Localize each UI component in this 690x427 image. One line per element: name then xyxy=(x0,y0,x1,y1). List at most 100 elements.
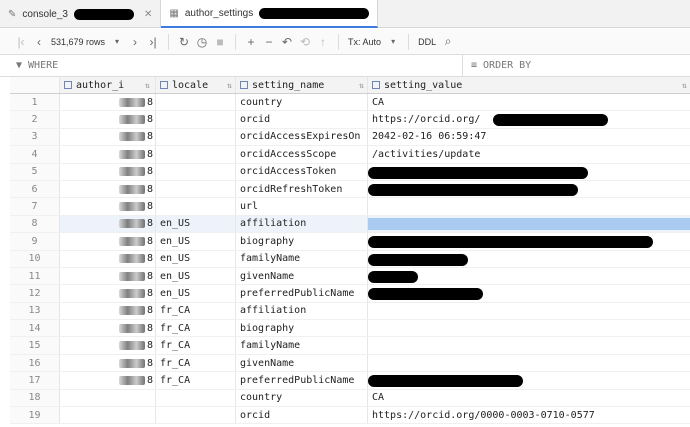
prev-page-icon[interactable]: ‹ xyxy=(30,32,48,52)
cell-author-id[interactable]: 8 xyxy=(60,302,156,320)
cell-setting-value[interactable] xyxy=(368,268,690,284)
table-row[interactable]: 19 orcid https://orcid.org/0000-0003-0710-… xyxy=(10,407,690,425)
next-page-icon[interactable]: › xyxy=(126,32,144,52)
tab-author-settings[interactable]: ▦ author_settings xyxy=(161,0,379,28)
cell-setting-value[interactable]: 2042-02-16 06:59:47 xyxy=(368,129,690,145)
cell-author-id[interactable]: 8 xyxy=(60,250,156,267)
revert-all-icon[interactable]: ⟲ xyxy=(296,32,314,52)
where-filter-input[interactable]: ▼ WHERE xyxy=(0,54,463,77)
cell-setting-value[interactable]: 27 xyxy=(368,181,690,197)
cell-author-id[interactable]: 8 xyxy=(60,163,156,180)
cell-setting-name[interactable]: biography xyxy=(236,320,368,337)
cell-setting-name[interactable]: biography xyxy=(236,233,368,250)
sort-icon[interactable]: ⇅ xyxy=(145,81,150,90)
sort-icon[interactable]: ⇅ xyxy=(227,81,232,90)
table-row[interactable]: 18 country CA xyxy=(10,389,690,408)
revert-icon[interactable]: ↶ xyxy=(278,32,296,52)
cell-setting-name[interactable]: preferredPublicName xyxy=(236,372,368,389)
cell-author-id[interactable]: 8 xyxy=(60,198,156,215)
table-row[interactable]: 14 8 fr_CA biography xyxy=(10,320,690,338)
cell-setting-name[interactable]: url xyxy=(236,198,368,215)
cell-setting-name[interactable]: preferredPublicName xyxy=(236,285,368,302)
cell-setting-value[interactable] xyxy=(368,320,690,336)
cell-setting-value[interactable]: https://orcid.org/ xyxy=(368,111,690,127)
delete-row-icon[interactable]: − xyxy=(260,32,278,52)
cell-locale[interactable] xyxy=(156,389,236,407)
cell-setting-name[interactable]: orcidAccessToken xyxy=(236,163,368,180)
cell-locale[interactable] xyxy=(156,94,236,111)
cell-author-id[interactable]: 8 xyxy=(60,111,156,128)
cell-author-id[interactable]: 8 xyxy=(60,146,156,163)
table-row[interactable]: 10 8 en_US familyName xyxy=(10,250,690,268)
cell-setting-value[interactable] xyxy=(368,233,690,249)
cell-setting-value[interactable] xyxy=(368,285,690,301)
cell-locale[interactable]: en_US xyxy=(156,233,236,250)
cell-author-id[interactable] xyxy=(60,407,156,424)
add-row-icon[interactable]: + xyxy=(242,32,260,52)
cell-author-id[interactable]: 8 xyxy=(60,215,156,233)
cell-setting-name[interactable]: orcid xyxy=(236,111,368,128)
cell-setting-value[interactable] xyxy=(368,251,690,267)
search-icon[interactable]: ⌕ xyxy=(439,32,457,52)
table-row[interactable]: 6 8 orcidRefreshToken 27 xyxy=(10,180,690,199)
cell-setting-value[interactable]: https://orcid.org/0000-0003-0710-0577 xyxy=(368,407,690,423)
column-header-author[interactable]: author_i ⇅ xyxy=(60,77,156,93)
table-row[interactable]: 11 8 en_US givenName xyxy=(10,267,690,286)
close-icon[interactable]: ✕ xyxy=(144,9,152,20)
ddl-button[interactable]: DDL xyxy=(415,37,439,47)
cell-locale[interactable] xyxy=(156,163,236,180)
cell-setting-name[interactable]: givenName xyxy=(236,354,368,372)
table-row[interactable]: 7 8 url xyxy=(10,198,690,216)
cell-setting-value[interactable] xyxy=(368,303,690,319)
row-count[interactable]: 531,679 rows xyxy=(48,37,108,47)
cell-setting-name[interactable]: familyName xyxy=(236,337,368,354)
cell-setting-name[interactable]: orcid xyxy=(236,407,368,424)
cell-locale[interactable]: en_US xyxy=(156,285,236,302)
cell-setting-value[interactable] xyxy=(368,337,690,353)
sort-icon[interactable]: ⇅ xyxy=(682,81,687,90)
cell-setting-name[interactable]: familyName xyxy=(236,250,368,267)
cell-locale[interactable] xyxy=(156,198,236,215)
column-header-locale[interactable]: locale ⇅ xyxy=(156,77,236,93)
cell-author-id[interactable]: 8 xyxy=(60,337,156,354)
cell-author-id[interactable]: 8 xyxy=(60,128,156,146)
table-row[interactable]: 8 8 en_US affiliation xyxy=(10,215,690,234)
cell-author-id[interactable]: 8 xyxy=(60,354,156,372)
cell-author-id[interactable]: 8 xyxy=(60,233,156,250)
cell-locale[interactable]: fr_CA xyxy=(156,337,236,354)
table-row[interactable]: 16 8 fr_CA givenName xyxy=(10,354,690,373)
cell-setting-value[interactable] xyxy=(368,216,690,232)
cell-setting-value[interactable] xyxy=(368,198,690,214)
cell-author-id[interactable]: 8 xyxy=(60,180,156,198)
cell-locale[interactable]: en_US xyxy=(156,250,236,267)
cell-setting-name[interactable]: orcidAccessScope xyxy=(236,146,368,163)
cell-setting-name[interactable]: givenName xyxy=(236,267,368,285)
cell-locale[interactable]: fr_CA xyxy=(156,372,236,389)
cell-locale[interactable] xyxy=(156,407,236,424)
cell-setting-value[interactable]: CA xyxy=(368,94,690,110)
cell-setting-name[interactable]: country xyxy=(236,389,368,407)
cell-setting-value[interactable]: a 6 xyxy=(368,164,690,180)
cell-setting-value[interactable] xyxy=(368,372,690,388)
refresh-icon[interactable]: ↻ xyxy=(175,32,193,52)
cell-locale[interactable]: en_US xyxy=(156,215,236,233)
first-page-icon[interactable]: |‹ xyxy=(12,32,30,52)
last-page-icon[interactable]: ›| xyxy=(144,32,162,52)
column-header-setting-value[interactable]: setting_value ⇅ xyxy=(368,77,690,93)
table-row[interactable]: 17 8 fr_CA preferredPublicName xyxy=(10,372,690,390)
cell-locale[interactable] xyxy=(156,180,236,198)
table-row[interactable]: 2 8 orcid https://orcid.org/ xyxy=(10,111,690,129)
chevron-down-icon[interactable]: ▾ xyxy=(108,32,126,52)
table-row[interactable]: 3 8 orcidAccessExpiresOn 2042-02-16 06:59:4… xyxy=(10,128,690,147)
stop-icon[interactable]: ■ xyxy=(211,32,229,52)
cell-setting-value[interactable]: /activities/update xyxy=(368,146,690,162)
table-row[interactable]: 5 8 orcidAccessToken a 6 xyxy=(10,163,690,181)
sort-icon[interactable]: ⇅ xyxy=(359,81,364,90)
cell-locale[interactable]: fr_CA xyxy=(156,302,236,320)
column-header-setting-name[interactable]: setting_name ⇅ xyxy=(236,77,368,93)
cell-locale[interactable]: fr_CA xyxy=(156,354,236,372)
cell-locale[interactable]: fr_CA xyxy=(156,320,236,337)
table-row[interactable]: 12 8 en_US preferredPublicName xyxy=(10,285,690,303)
cell-author-id[interactable] xyxy=(60,389,156,407)
cell-setting-name[interactable]: affiliation xyxy=(236,302,368,320)
